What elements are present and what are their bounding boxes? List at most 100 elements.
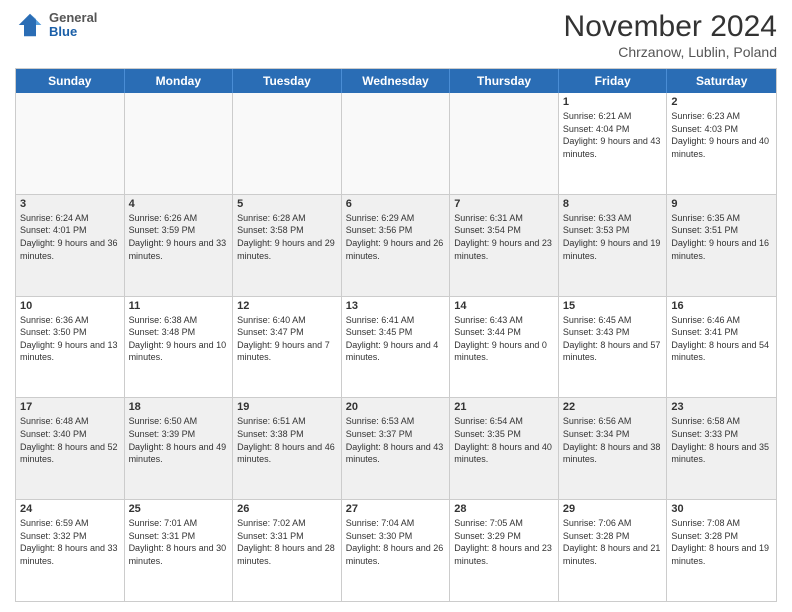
calendar-cell-13: 13 Sunrise: 6:41 AM Sunset: 3:45 PM Dayli… bbox=[342, 297, 451, 398]
calendar-cell-20: 20 Sunrise: 6:53 AM Sunset: 3:37 PM Dayli… bbox=[342, 398, 451, 499]
day-info: Sunrise: 6:54 AM Sunset: 3:35 PM Dayligh… bbox=[454, 415, 554, 465]
day-info: Sunrise: 6:36 AM Sunset: 3:50 PM Dayligh… bbox=[20, 314, 120, 364]
day-number: 14 bbox=[454, 300, 554, 312]
day-number: 2 bbox=[671, 96, 772, 108]
day-number: 17 bbox=[20, 401, 120, 413]
calendar-cell-22: 22 Sunrise: 6:56 AM Sunset: 3:34 PM Dayli… bbox=[559, 398, 668, 499]
day-info: Sunrise: 7:02 AM Sunset: 3:31 PM Dayligh… bbox=[237, 517, 337, 567]
calendar-cell-15: 15 Sunrise: 6:45 AM Sunset: 3:43 PM Dayli… bbox=[559, 297, 668, 398]
calendar-cell-3: 3 Sunrise: 6:24 AM Sunset: 4:01 PM Daylig… bbox=[16, 195, 125, 296]
day-number: 25 bbox=[129, 503, 229, 515]
header-day-sunday: Sunday bbox=[16, 69, 125, 93]
day-info: Sunrise: 7:01 AM Sunset: 3:31 PM Dayligh… bbox=[129, 517, 229, 567]
header-day-friday: Friday bbox=[559, 69, 668, 93]
day-info: Sunrise: 6:41 AM Sunset: 3:45 PM Dayligh… bbox=[346, 314, 446, 364]
page: General Blue November 2024 Chrzanow, Lub… bbox=[0, 0, 792, 612]
header-day-saturday: Saturday bbox=[667, 69, 776, 93]
day-info: Sunrise: 6:45 AM Sunset: 3:43 PM Dayligh… bbox=[563, 314, 663, 364]
day-number: 30 bbox=[671, 503, 772, 515]
day-info: Sunrise: 6:50 AM Sunset: 3:39 PM Dayligh… bbox=[129, 415, 229, 465]
day-number: 28 bbox=[454, 503, 554, 515]
day-number: 20 bbox=[346, 401, 446, 413]
calendar-cell-21: 21 Sunrise: 6:54 AM Sunset: 3:35 PM Dayli… bbox=[450, 398, 559, 499]
calendar-header: SundayMondayTuesdayWednesdayThursdayFrid… bbox=[16, 69, 776, 93]
calendar-cell-10: 10 Sunrise: 6:36 AM Sunset: 3:50 PM Dayli… bbox=[16, 297, 125, 398]
header-day-wednesday: Wednesday bbox=[342, 69, 451, 93]
calendar-row-1: 1Sunrise: 6:21 AM Sunset: 4:04 PM Daylig… bbox=[16, 93, 776, 194]
logo-text: General Blue bbox=[49, 11, 97, 40]
calendar-cell-11: 11 Sunrise: 6:38 AM Sunset: 3:48 PM Dayli… bbox=[125, 297, 234, 398]
calendar: SundayMondayTuesdayWednesdayThursdayFrid… bbox=[15, 68, 777, 602]
calendar-cell-empty bbox=[233, 93, 342, 194]
header-day-monday: Monday bbox=[125, 69, 234, 93]
day-info: Sunrise: 6:38 AM Sunset: 3:48 PM Dayligh… bbox=[129, 314, 229, 364]
day-number: 5 bbox=[237, 198, 337, 210]
calendar-cell-5: 5 Sunrise: 6:28 AM Sunset: 3:58 PM Daylig… bbox=[233, 195, 342, 296]
day-number: 16 bbox=[671, 300, 772, 312]
calendar-cell-18: 18 Sunrise: 6:50 AM Sunset: 3:39 PM Dayli… bbox=[125, 398, 234, 499]
calendar-cell-4: 4 Sunrise: 6:26 AM Sunset: 3:59 PM Daylig… bbox=[125, 195, 234, 296]
day-info: Sunrise: 6:26 AM Sunset: 3:59 PM Dayligh… bbox=[129, 212, 229, 262]
day-number: 4 bbox=[129, 198, 229, 210]
day-info: Sunrise: 6:53 AM Sunset: 3:37 PM Dayligh… bbox=[346, 415, 446, 465]
day-number: 11 bbox=[129, 300, 229, 312]
logo-blue: Blue bbox=[49, 25, 97, 39]
calendar-cell-27: 27Sunrise: 7:04 AM Sunset: 3:30 PM Dayli… bbox=[342, 500, 451, 601]
calendar-cell-7: 7 Sunrise: 6:31 AM Sunset: 3:54 PM Daylig… bbox=[450, 195, 559, 296]
calendar-cell-empty bbox=[450, 93, 559, 194]
day-info: Sunrise: 6:35 AM Sunset: 3:51 PM Dayligh… bbox=[671, 212, 772, 262]
day-number: 24 bbox=[20, 503, 120, 515]
calendar-row-4: 17 Sunrise: 6:48 AM Sunset: 3:40 PM Dayli… bbox=[16, 397, 776, 499]
day-info: Sunrise: 6:24 AM Sunset: 4:01 PM Dayligh… bbox=[20, 212, 120, 262]
calendar-cell-6: 6 Sunrise: 6:29 AM Sunset: 3:56 PM Daylig… bbox=[342, 195, 451, 296]
day-info: Sunrise: 6:51 AM Sunset: 3:38 PM Dayligh… bbox=[237, 415, 337, 465]
day-number: 6 bbox=[346, 198, 446, 210]
day-number: 27 bbox=[346, 503, 446, 515]
day-info: Sunrise: 6:43 AM Sunset: 3:44 PM Dayligh… bbox=[454, 314, 554, 364]
calendar-body: 1Sunrise: 6:21 AM Sunset: 4:04 PM Daylig… bbox=[16, 93, 776, 601]
day-info: Sunrise: 6:28 AM Sunset: 3:58 PM Dayligh… bbox=[237, 212, 337, 262]
day-number: 3 bbox=[20, 198, 120, 210]
month-year: November 2024 bbox=[564, 10, 777, 44]
day-info: Sunrise: 7:08 AM Sunset: 3:28 PM Dayligh… bbox=[671, 517, 772, 567]
day-info: Sunrise: 6:31 AM Sunset: 3:54 PM Dayligh… bbox=[454, 212, 554, 262]
header-day-tuesday: Tuesday bbox=[233, 69, 342, 93]
header-day-thursday: Thursday bbox=[450, 69, 559, 93]
calendar-cell-30: 30 Sunrise: 7:08 AM Sunset: 3:28 PM Dayli… bbox=[667, 500, 776, 601]
calendar-cell-empty bbox=[125, 93, 234, 194]
calendar-cell-empty bbox=[16, 93, 125, 194]
calendar-cell-9: 9Sunrise: 6:35 AM Sunset: 3:51 PM Daylig… bbox=[667, 195, 776, 296]
day-info: Sunrise: 6:48 AM Sunset: 3:40 PM Dayligh… bbox=[20, 415, 120, 465]
day-number: 29 bbox=[563, 503, 663, 515]
calendar-cell-8: 8Sunrise: 6:33 AM Sunset: 3:53 PM Daylig… bbox=[559, 195, 668, 296]
day-info: Sunrise: 6:29 AM Sunset: 3:56 PM Dayligh… bbox=[346, 212, 446, 262]
day-number: 7 bbox=[454, 198, 554, 210]
day-info: Sunrise: 6:46 AM Sunset: 3:41 PM Dayligh… bbox=[671, 314, 772, 364]
day-number: 21 bbox=[454, 401, 554, 413]
day-number: 13 bbox=[346, 300, 446, 312]
calendar-cell-19: 19 Sunrise: 6:51 AM Sunset: 3:38 PM Dayli… bbox=[233, 398, 342, 499]
calendar-cell-28: 28 Sunrise: 7:05 AM Sunset: 3:29 PM Dayli… bbox=[450, 500, 559, 601]
header: General Blue November 2024 Chrzanow, Lub… bbox=[15, 10, 777, 60]
day-info: Sunrise: 7:05 AM Sunset: 3:29 PM Dayligh… bbox=[454, 517, 554, 567]
day-info: Sunrise: 6:56 AM Sunset: 3:34 PM Dayligh… bbox=[563, 415, 663, 465]
calendar-cell-16: 16 Sunrise: 6:46 AM Sunset: 3:41 PM Dayli… bbox=[667, 297, 776, 398]
day-number: 12 bbox=[237, 300, 337, 312]
calendar-cell-14: 14 Sunrise: 6:43 AM Sunset: 3:44 PM Dayli… bbox=[450, 297, 559, 398]
day-number: 23 bbox=[671, 401, 772, 413]
day-number: 19 bbox=[237, 401, 337, 413]
calendar-cell-empty bbox=[342, 93, 451, 194]
calendar-cell-12: 12Sunrise: 6:40 AM Sunset: 3:47 PM Dayli… bbox=[233, 297, 342, 398]
calendar-cell-2: 2Sunrise: 6:23 AM Sunset: 4:03 PM Daylig… bbox=[667, 93, 776, 194]
logo: General Blue bbox=[15, 10, 97, 40]
day-number: 18 bbox=[129, 401, 229, 413]
day-info: Sunrise: 7:06 AM Sunset: 3:28 PM Dayligh… bbox=[563, 517, 663, 567]
day-number: 15 bbox=[563, 300, 663, 312]
day-number: 10 bbox=[20, 300, 120, 312]
day-number: 22 bbox=[563, 401, 663, 413]
title-section: November 2024 Chrzanow, Lublin, Poland bbox=[564, 10, 777, 60]
calendar-cell-29: 29 Sunrise: 7:06 AM Sunset: 3:28 PM Dayli… bbox=[559, 500, 668, 601]
day-number: 26 bbox=[237, 503, 337, 515]
day-number: 8 bbox=[563, 198, 663, 210]
logo-icon bbox=[15, 10, 45, 40]
